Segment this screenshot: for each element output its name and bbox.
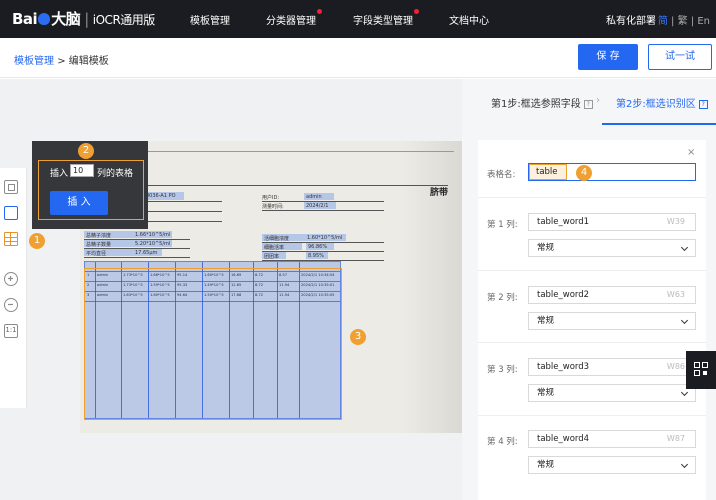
breadcrumb-current: 编辑模板 xyxy=(68,56,109,67)
insert-prefix-label: 插入 xyxy=(50,169,69,179)
tab-step2[interactable]: 第2步:框选识别区? xyxy=(616,95,708,110)
step-tabs: 第1步:框选参照字段? › 第2步:框选识别区? xyxy=(462,79,716,125)
column-2-name-input[interactable]: table_word2 W63 xyxy=(528,286,696,304)
language-switch: 简 | 繁 | En xyxy=(657,16,710,27)
column-3-type-select[interactable]: 常规 xyxy=(528,384,696,402)
fullscreen-frame-icon[interactable] xyxy=(4,180,18,194)
product-name: iOCR通用版 xyxy=(92,13,156,27)
step-badge-4: 4 xyxy=(576,165,592,181)
column-4-name-input[interactable]: table_word4 W87 xyxy=(528,430,696,448)
breadcrumb: 模板管理 > 编辑模板 xyxy=(14,56,109,67)
column-2-type-select[interactable]: 常规 xyxy=(528,312,696,330)
column-3-name-input[interactable]: table_word3 W86 xyxy=(528,358,696,376)
notification-dot xyxy=(317,9,322,14)
zoom-out-icon[interactable] xyxy=(4,298,18,312)
top-navbar: Bai 大脑 | iOCR通用版 模板管理 分类器管理 字段类型管理 文档中心 私有化… xyxy=(0,0,716,38)
column-2-label: 第 2 列: xyxy=(487,293,518,303)
table-selection-box[interactable] xyxy=(84,268,342,420)
column-4-type-select[interactable]: 常规 xyxy=(528,456,696,474)
baidu-logo[interactable]: Bai 大脑 | iOCR通用版 xyxy=(12,8,155,29)
chevron-down-icon xyxy=(680,243,689,252)
doc-title-right: 脐带 xyxy=(429,188,448,198)
nav-doc-center[interactable]: 文档中心 xyxy=(449,12,489,27)
table-name-value: table xyxy=(536,167,558,177)
column-1-type-select[interactable]: 常规 xyxy=(528,239,696,257)
qr-code-tab[interactable] xyxy=(686,351,716,389)
active-tab-indicator xyxy=(602,123,716,125)
step-badge-2: 2 xyxy=(78,143,94,159)
column-count-input[interactable]: 10 xyxy=(70,164,94,177)
chevron-down-icon xyxy=(680,388,689,397)
breadcrumb-template-management[interactable]: 模板管理 xyxy=(14,56,54,67)
zoom-in-icon[interactable] xyxy=(4,272,18,286)
rectangle-select-icon[interactable] xyxy=(4,206,18,220)
table-name-label: 表格名: xyxy=(487,170,516,180)
lang-traditional[interactable]: 繁 xyxy=(678,16,688,27)
lang-simplified[interactable]: 简 xyxy=(658,16,668,27)
column-1-name-input[interactable]: table_word1 W39 xyxy=(528,213,696,231)
help-icon[interactable]: ? xyxy=(583,100,593,109)
nav-classifier-management[interactable]: 分类器管理 xyxy=(266,9,322,27)
step-badge-1: 1 xyxy=(29,233,45,249)
nav-template-management[interactable]: 模板管理 xyxy=(190,12,230,27)
nav-field-type-management[interactable]: 字段类型管理 xyxy=(353,9,419,27)
chevron-down-icon xyxy=(680,316,689,325)
column-4-label: 第 4 列: xyxy=(487,437,518,447)
actual-size-icon[interactable]: 1:1 xyxy=(4,324,18,338)
nav-private-deploy[interactable]: 私有化部署 xyxy=(606,12,656,27)
sub-header: 模板管理 > 编辑模板 保 存 试一试 xyxy=(0,38,716,78)
chevron-down-icon xyxy=(680,460,689,469)
try-button[interactable]: 试一试 xyxy=(648,44,712,70)
column-1-label: 第 1 列: xyxy=(487,220,518,230)
chevron-right-icon: › xyxy=(596,95,600,106)
lang-english[interactable]: En xyxy=(697,16,710,27)
insert-suffix-label: 列的表格 xyxy=(97,169,134,179)
table-select-icon[interactable] xyxy=(4,232,18,246)
help-icon[interactable]: ? xyxy=(698,100,708,109)
notification-dot xyxy=(414,9,419,14)
tab-step1[interactable]: 第1步:框选参照字段? xyxy=(491,95,593,110)
step-badge-3: 3 xyxy=(350,329,366,345)
close-icon[interactable]: × xyxy=(687,147,695,158)
save-button[interactable]: 保 存 xyxy=(578,44,638,70)
column-3-label: 第 3 列: xyxy=(487,365,518,375)
insert-button[interactable]: 插 入 xyxy=(50,191,108,215)
tool-sidebar: 1:1 xyxy=(0,168,27,408)
paw-icon xyxy=(38,13,51,25)
